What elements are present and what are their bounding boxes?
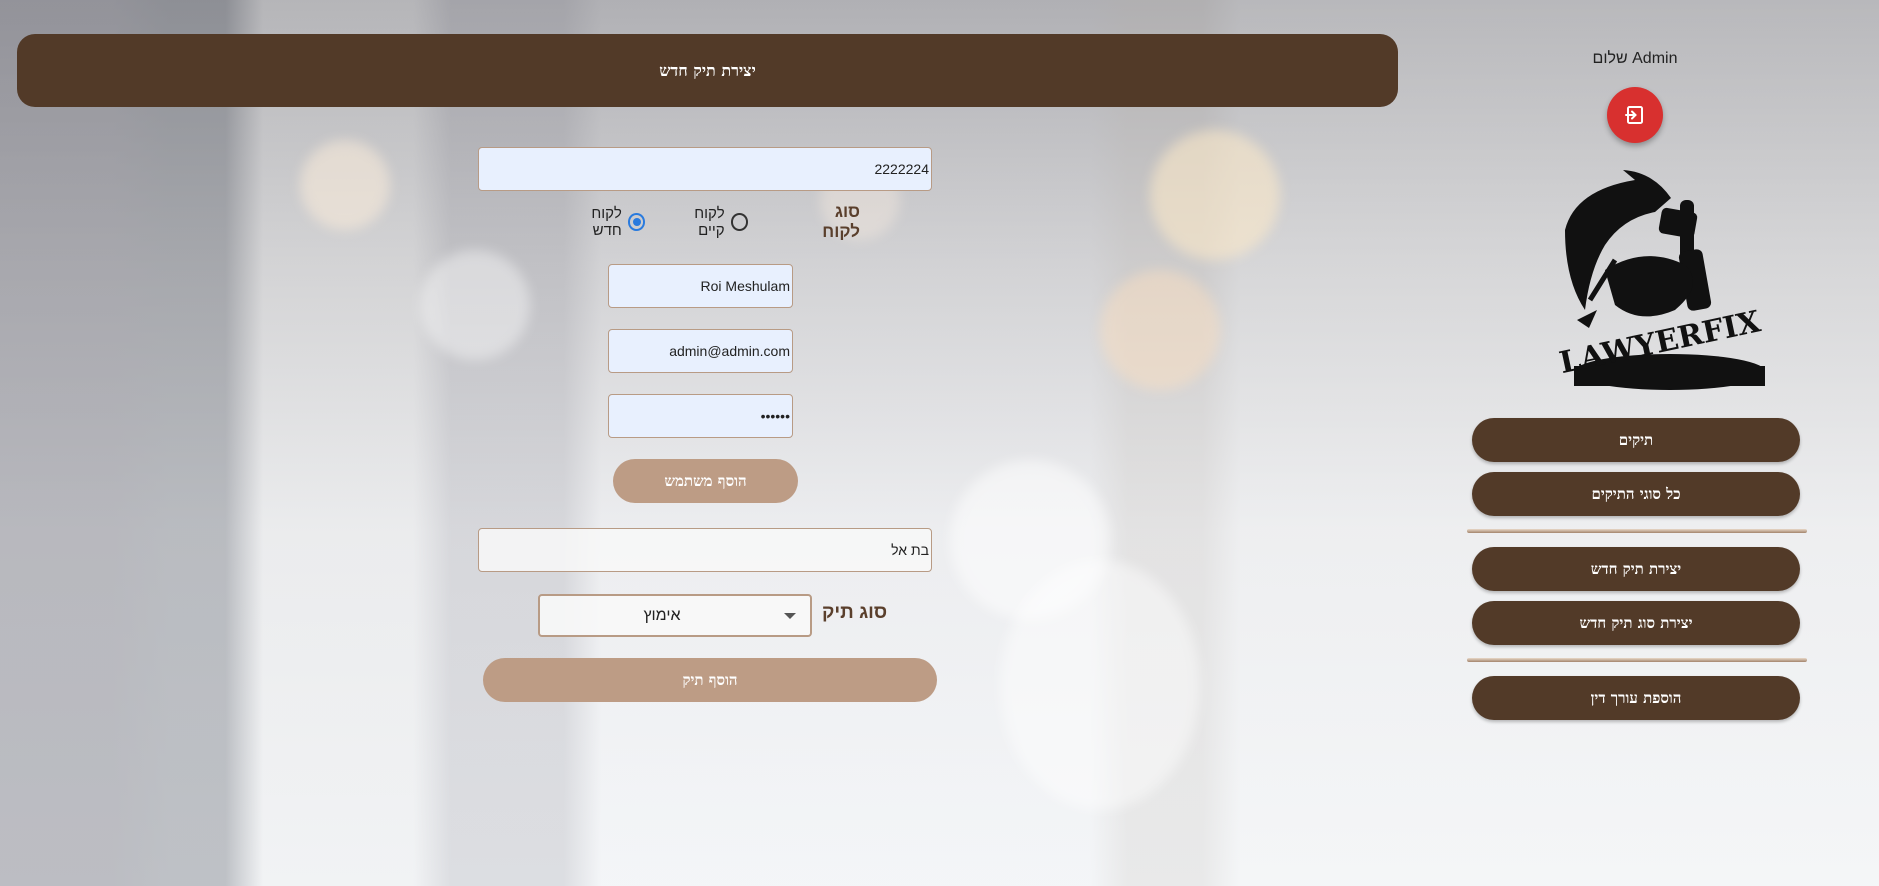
greeting-text: שלום Admin (1592, 50, 1678, 67)
case-number-input[interactable] (478, 147, 932, 191)
client-email-input[interactable] (608, 329, 793, 373)
nav-all-case-types-button[interactable]: כל סוגי התיקים (1472, 472, 1800, 516)
client-type-label: סוג לקוח (822, 202, 860, 241)
nav-create-case-button[interactable]: יצירת תיק חדש (1472, 547, 1800, 591)
nav-divider (1467, 658, 1807, 662)
client-name-input[interactable] (608, 264, 793, 308)
chevron-down-icon (784, 612, 796, 619)
page-title: יצירת תיק חדש (659, 60, 756, 80)
client-type-new-option[interactable]: לקוח חדש (560, 205, 646, 239)
radio-new-client[interactable] (627, 213, 646, 231)
add-case-button[interactable]: הוסף תיק (483, 658, 937, 702)
case-type-label: סוג תיק (822, 602, 888, 623)
client-password-input[interactable] (608, 394, 793, 438)
lawyer-name-input[interactable] (478, 528, 932, 572)
logout-button[interactable] (1607, 87, 1663, 143)
nav-add-lawyer-button[interactable]: הוספת עורך דין (1472, 676, 1800, 720)
nav-cases-button[interactable]: תיקים (1472, 418, 1800, 462)
client-type-group: סוג לקוח לקוח קיים לקוח חדש (548, 202, 860, 241)
add-user-button[interactable]: הוסף משתמש (613, 459, 798, 503)
lawyerfix-logo: LAWYERFIX (1505, 160, 1766, 392)
page-header: יצירת תיק חדש (17, 34, 1398, 107)
logout-icon (1625, 106, 1643, 124)
nav-create-case-type-button[interactable]: יצירת סוג תיק חדש (1472, 601, 1800, 645)
radio-existing-client[interactable] (730, 213, 749, 231)
case-type-value: אימוץ (643, 606, 681, 624)
nav-divider (1467, 529, 1807, 533)
case-type-select[interactable]: אימוץ (538, 594, 812, 637)
client-type-existing-option[interactable]: לקוח קיים (665, 205, 749, 239)
